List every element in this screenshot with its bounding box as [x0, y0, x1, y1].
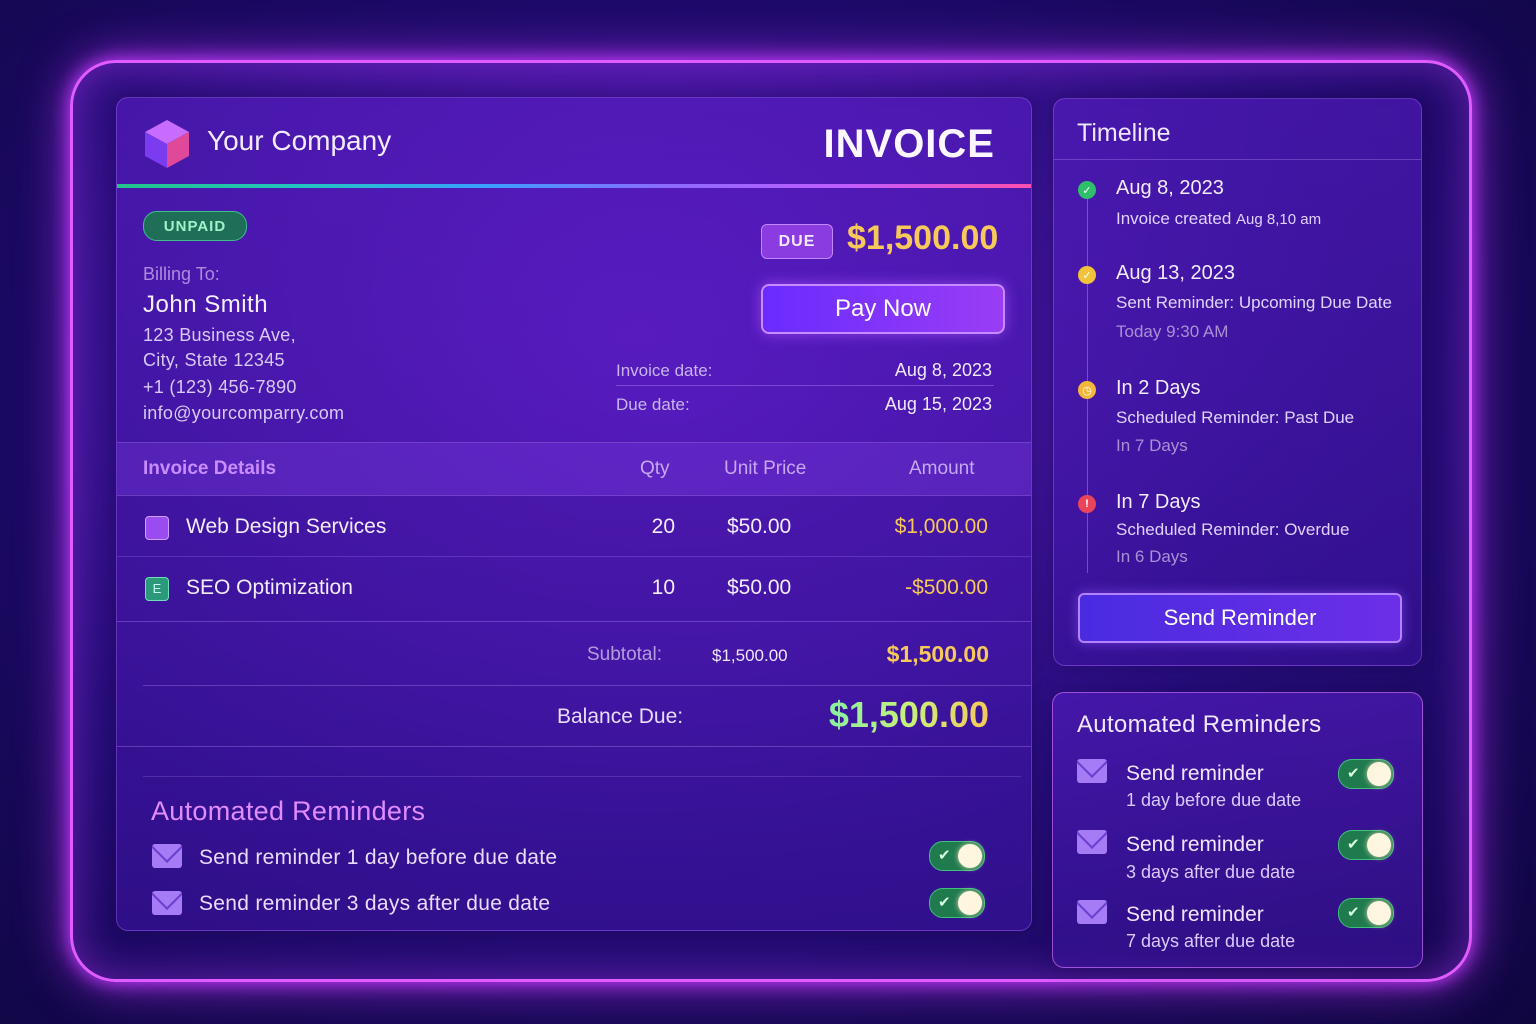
mail-icon: [1077, 759, 1107, 783]
timeline-event-time: In 6 Days: [1116, 547, 1188, 566]
check-icon: ✔: [1347, 836, 1360, 853]
reminder-title: Send reminder: [1126, 903, 1264, 926]
mail-icon: [1077, 900, 1107, 924]
reminder-detail: 1 day before due date: [1126, 790, 1302, 810]
mail-icon: [152, 891, 182, 915]
row-divider: [117, 556, 1031, 557]
timeline-event-text: Invoice created Aug 8,10 am: [1116, 209, 1322, 228]
pay-now-button[interactable]: Pay Now: [761, 284, 1005, 334]
timeline-panel: Timeline ✓ Aug 8, 2023 Invoice created A…: [1053, 98, 1422, 666]
alert-icon: !: [1078, 495, 1096, 513]
mail-icon: [1077, 830, 1107, 854]
reminder-toggle[interactable]: ✔: [1338, 898, 1394, 928]
billing-label: Billing To:: [143, 264, 220, 284]
subtotal-amount: $1,500.00: [886, 641, 989, 667]
timeline-event-time: In 7 Days: [1116, 436, 1188, 455]
reminder-title: Send reminder: [1126, 833, 1264, 856]
timeline-event-time: Today 9:30 AM: [1116, 322, 1229, 341]
toggle-knob: [1367, 762, 1391, 786]
invoice-title: INVOICE: [823, 122, 995, 166]
client-email: info@yourcomparry.com: [143, 403, 345, 423]
reminder-label: Send reminder 3 days after due date: [199, 892, 551, 915]
column-header-details: Invoice Details: [143, 458, 277, 479]
mail-icon: [152, 844, 182, 868]
send-reminder-button[interactable]: Send Reminder: [1078, 593, 1402, 643]
item-qty: 20: [651, 515, 675, 538]
due-date-value: Aug 15, 2023: [884, 394, 992, 414]
toggle-knob: [958, 844, 982, 868]
timeline-event-date: Aug 13, 2023: [1116, 262, 1235, 284]
due-badge: DUE: [761, 224, 833, 259]
totals-divider: [143, 685, 1031, 686]
column-header-amount: Amount: [909, 458, 975, 479]
item-amount: $1,000.00: [894, 515, 988, 538]
timeline-event-text: Scheduled Reminder: Past Due: [1116, 408, 1355, 427]
reminder-toggle[interactable]: ✔: [929, 888, 985, 918]
invoice-date-value: Aug 8, 2023: [894, 360, 992, 380]
reminder-detail: 7 days after due date: [1126, 931, 1296, 951]
timeline-divider: [1054, 159, 1421, 160]
timeline-event-text: Scheduled Reminder: Overdue: [1116, 520, 1350, 539]
column-header-unit-price: Unit Price: [724, 458, 807, 479]
subtotal-value: $1,500.00: [712, 646, 788, 665]
check-icon: ✔: [938, 894, 951, 911]
client-phone: +1 (123) 456-7890: [143, 377, 297, 397]
due-date-label: Due date:: [616, 395, 690, 414]
reminders-title: Automated Reminders: [151, 796, 426, 826]
item-qty: 10: [651, 576, 675, 599]
client-address-line1: 123 Business Ave,: [143, 325, 296, 345]
reminder-label: Send reminder 1 day before due date: [199, 846, 558, 869]
invoice-date-label: Invoice date:: [616, 361, 713, 380]
due-amount: $1,500.00: [847, 219, 999, 257]
item-amount: -$500.00: [905, 576, 988, 599]
client-name: John Smith: [143, 291, 269, 318]
item-price: $50.00: [727, 576, 792, 599]
reminder-toggle[interactable]: ✔: [1338, 830, 1394, 860]
reminder-toggle[interactable]: ✔: [929, 841, 985, 871]
automated-reminders-panel: Automated Reminders Send reminder 1 day …: [1052, 692, 1423, 968]
dates-divider: [616, 385, 994, 386]
clock-icon: ✓: [1078, 266, 1096, 284]
timeline-event-date: Aug 8, 2023: [1116, 177, 1224, 199]
toggle-knob: [1367, 833, 1391, 857]
header-divider: [117, 184, 1031, 188]
column-header-qty: Qty: [640, 458, 670, 479]
check-icon: ✔: [1347, 765, 1360, 782]
row-divider: [117, 621, 1031, 622]
toggle-knob: [1367, 901, 1391, 925]
timeline-title: Timeline: [1077, 119, 1171, 147]
check-icon: ✔: [938, 847, 951, 864]
reminders-title: Automated Reminders: [1077, 711, 1322, 738]
timeline-event-text: Sent Reminder: Upcoming Due Date: [1116, 293, 1392, 312]
timeline-event-date: In 7 Days: [1116, 491, 1201, 513]
company-name: Your Company: [207, 125, 392, 156]
balance-due-label: Balance Due:: [557, 705, 684, 728]
subtotal-label: Subtotal:: [587, 644, 662, 665]
item-name: Web Design Services: [186, 515, 387, 538]
check-icon: ✔: [1347, 904, 1360, 921]
totals-divider: [117, 746, 1031, 747]
reminders-divider: [143, 776, 1021, 777]
reminder-detail: 3 days after due date: [1126, 862, 1296, 882]
toggle-knob: [958, 891, 982, 915]
item-name: SEO Optimization: [186, 576, 353, 599]
balance-due-amount: $1,500.00: [828, 694, 989, 735]
seo-icon: E: [145, 577, 169, 601]
timeline-event-date: In 2 Days: [1116, 377, 1201, 399]
client-address-line2: City, State 12345: [143, 350, 285, 370]
check-icon: ✓: [1078, 181, 1096, 199]
status-badge: UNPAID: [143, 211, 247, 241]
reminder-toggle[interactable]: ✔: [1338, 759, 1394, 789]
clock-icon: ◷: [1078, 381, 1096, 399]
company-logo-icon: [145, 120, 189, 168]
item-price: $50.00: [727, 515, 792, 538]
reminder-title: Send reminder: [1126, 762, 1264, 785]
service-icon: [145, 516, 169, 540]
invoice-panel: Your Company INVOICE UNPAID Billing To: …: [116, 97, 1032, 931]
